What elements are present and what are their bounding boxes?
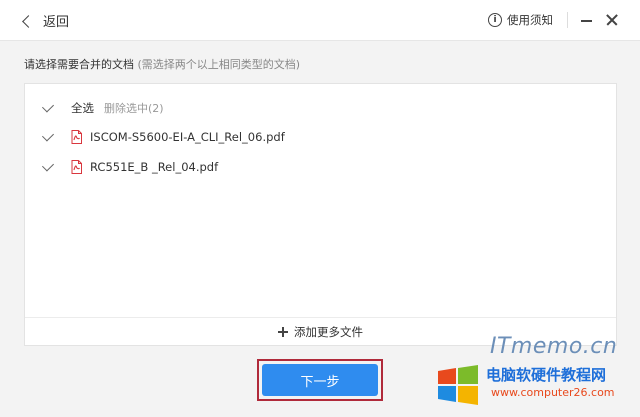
select-all-checkbox[interactable] bbox=[41, 100, 55, 113]
back-button[interactable]: 返回 bbox=[22, 11, 70, 30]
pdf-file-icon bbox=[71, 130, 82, 144]
file-list-panel: 全选 删除选中(2) ISCOM-S5600-EI-A_CLI_Rel_06.p… bbox=[24, 83, 617, 346]
minimize-button[interactable] bbox=[581, 20, 592, 22]
title-bar: 返回 i 使用须知 bbox=[0, 0, 640, 41]
prompt-hint: (需选择两个以上相同类型的文档) bbox=[137, 58, 301, 71]
watermark-url: www.computer26.com bbox=[491, 386, 615, 399]
select-all-label[interactable]: 全选 bbox=[71, 100, 94, 116]
delete-selected-button[interactable]: 删除选中(2) bbox=[104, 100, 164, 116]
file-name: RC551E_B _Rel_04.pdf bbox=[90, 160, 219, 174]
info-icon: i bbox=[488, 13, 502, 27]
help-label: 使用须知 bbox=[507, 13, 553, 27]
windows-logo-icon bbox=[438, 365, 478, 405]
next-button[interactable]: 下一步 bbox=[262, 364, 378, 396]
list-item: RC551E_B _Rel_04.pdf bbox=[41, 159, 219, 174]
add-more-label: 添加更多文件 bbox=[294, 325, 363, 339]
watermark-site-name: 电脑软硬件教程网 bbox=[486, 366, 607, 384]
help-link[interactable]: i 使用须知 bbox=[488, 12, 553, 28]
plus-icon bbox=[278, 327, 288, 337]
highlight-box: 下一步 bbox=[257, 359, 383, 401]
instruction-text: 请选择需要合并的文档 (需选择两个以上相同类型的文档) bbox=[24, 56, 300, 72]
file-name: ISCOM-S5600-EI-A_CLI_Rel_06.pdf bbox=[90, 130, 285, 144]
pdf-file-icon bbox=[71, 160, 82, 174]
file-checkbox[interactable] bbox=[41, 129, 55, 142]
watermark-brand: ITmemo.cn bbox=[490, 334, 618, 359]
back-label: 返回 bbox=[43, 15, 70, 30]
file-checkbox[interactable] bbox=[41, 159, 55, 172]
prompt-label: 请选择需要合并的文档 bbox=[24, 58, 134, 71]
divider bbox=[567, 12, 568, 28]
select-all-row: 全选 删除选中(2) bbox=[41, 100, 164, 116]
list-item: ISCOM-S5600-EI-A_CLI_Rel_06.pdf bbox=[41, 129, 285, 144]
chevron-left-icon bbox=[22, 14, 35, 28]
close-button[interactable] bbox=[605, 13, 619, 27]
